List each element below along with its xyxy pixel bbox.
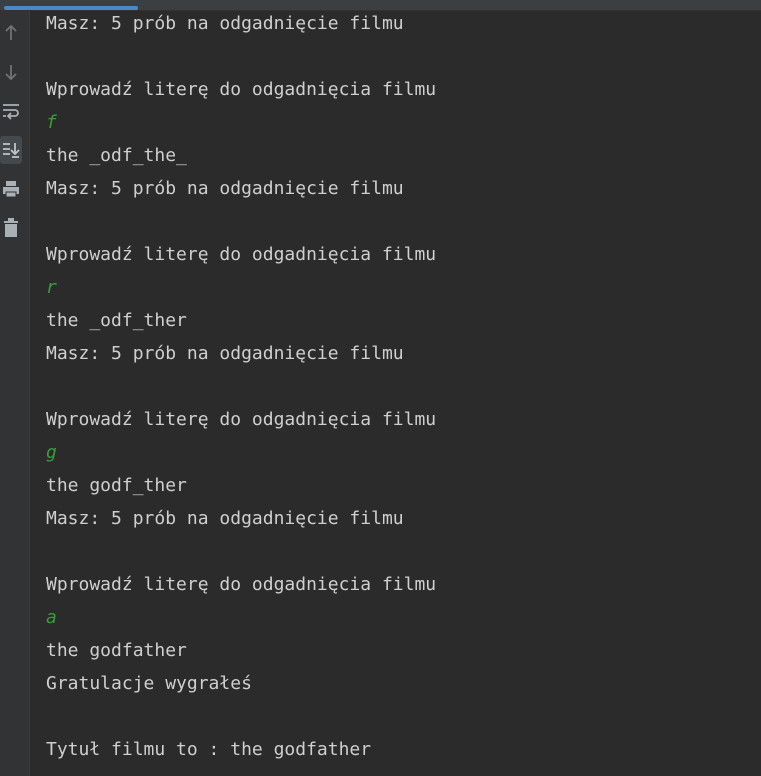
print-button[interactable] (0, 175, 22, 203)
scroll-down-button[interactable] (0, 58, 22, 86)
console-output-line: the godfather (46, 640, 187, 661)
console-input-line: a (46, 607, 57, 628)
console-output-line: Wprowadź literę do odgadnięcia filmu (46, 244, 437, 265)
console-output-line: Tytuł filmu to : the godfather (46, 739, 372, 760)
console-toolbar (0, 11, 30, 776)
arrow-up-icon (5, 24, 17, 40)
scroll-up-button[interactable] (0, 19, 22, 47)
scroll-to-end-button[interactable] (0, 136, 22, 164)
console-output-line: the _odf_ther (46, 310, 187, 331)
console-output-line: Wprowadź literę do odgadnięcia filmu (46, 409, 437, 430)
console-input-line: g (46, 442, 57, 463)
soft-wrap-button[interactable] (0, 97, 22, 125)
console-input-line: r (46, 277, 57, 298)
console-output-line: Wprowadź literę do odgadnięcia filmu (46, 574, 437, 595)
console-output-line: Wprowadź literę do odgadnięcia filmu (46, 79, 437, 100)
print-icon (3, 181, 19, 198)
soft-wrap-icon (3, 104, 19, 120)
arrow-down-icon (5, 65, 17, 81)
console-output-line: Masz: 5 prób na odgadnięcie filmu (46, 178, 404, 199)
console-input-line: f (46, 112, 57, 133)
scroll-to-end-icon (3, 143, 20, 158)
console-output-line: Masz: 5 prób na odgadnięcie filmu (46, 508, 404, 529)
console-output-line: the _odf_the_ (46, 145, 187, 166)
console-output-line: the godf_ther (46, 475, 187, 496)
console-output-line: Masz: 5 prób na odgadnięcie filmu (46, 13, 404, 34)
console-output-line: Gratulacje wygrałeś (46, 673, 252, 694)
console-output[interactable]: Masz: 5 prób na odgadnięcie filmu Wprowad… (46, 10, 761, 769)
trash-icon (4, 218, 18, 237)
clear-all-button[interactable] (0, 214, 22, 242)
console-output-line: Masz: 5 prób na odgadnięcie filmu (46, 343, 404, 364)
